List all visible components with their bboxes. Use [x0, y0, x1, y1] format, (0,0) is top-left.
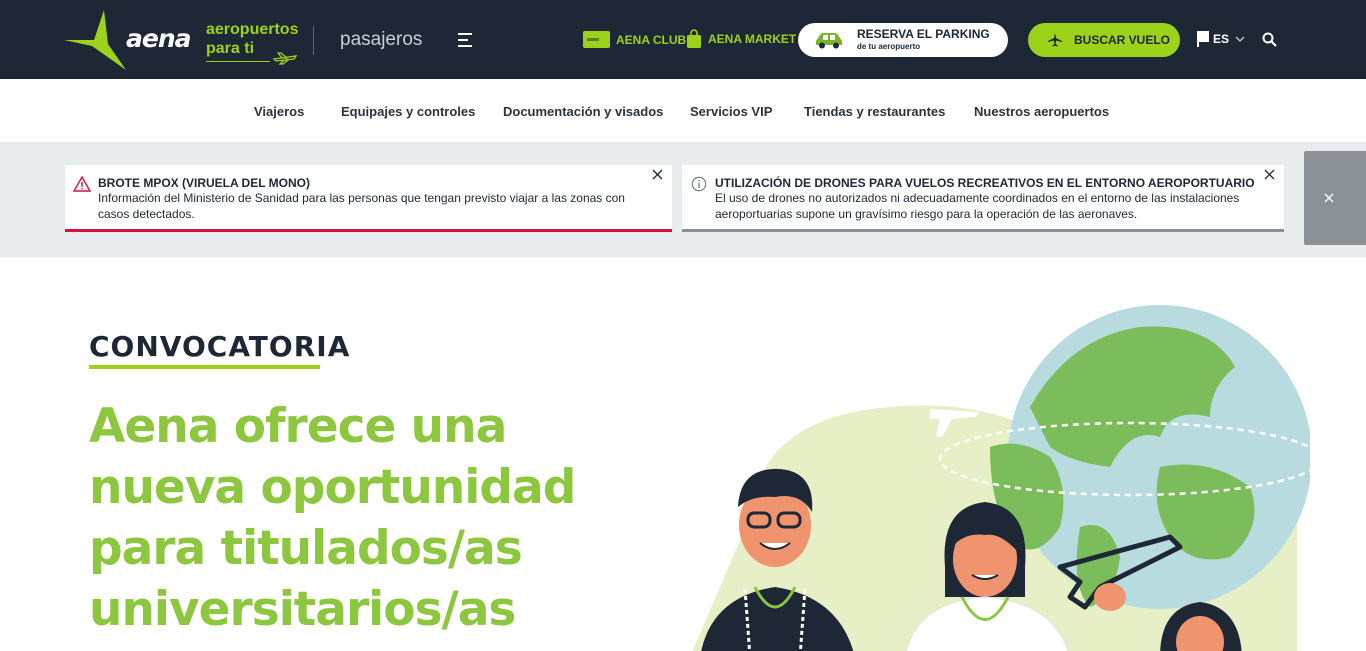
parking-title: RESERVA EL PARKING	[857, 27, 990, 41]
aena-logo-icon[interactable]	[64, 10, 128, 70]
club-card-icon	[583, 31, 610, 48]
chevron-down-icon	[1235, 36, 1245, 42]
close-icon[interactable]	[652, 169, 663, 180]
alert-body: El uso de drones no autorizados ni adecu…	[715, 191, 1240, 221]
brand-name[interactable]: aena	[126, 24, 191, 53]
tagline-line-1: aeropuertos	[206, 21, 299, 38]
nav-item-tiendas[interactable]: Tiendas y restaurantes	[804, 104, 945, 119]
shopping-bag-icon	[687, 29, 701, 48]
language-label: ES	[1213, 32, 1230, 46]
nav-item-documentacion[interactable]: Documentación y visados	[503, 104, 663, 119]
search-icon[interactable]	[1262, 32, 1277, 47]
nav-item-equipajes[interactable]: Equipajes y controles	[341, 104, 475, 119]
nav-item-aeropuertos[interactable]: Nuestros aeropuertos	[974, 104, 1109, 119]
aena-market-link[interactable]: AENA MARKET	[686, 29, 796, 48]
alert-title: BROTE MPOX (VIRUELA DEL MONO)	[98, 176, 311, 190]
language-selector[interactable]: ES	[1197, 31, 1245, 47]
alert-mpox[interactable]: BROTE MPOX (VIRUELA DEL MONO) Informació…	[65, 165, 672, 232]
warning-icon	[73, 176, 91, 192]
airplane-icon	[1048, 33, 1062, 47]
hero-kicker: CONVOCATORIA	[89, 330, 351, 363]
section-label[interactable]: pasajeros	[340, 29, 422, 51]
hero-headline: Aena ofrece una nueva oportunidad para t…	[89, 399, 576, 637]
parking-subtitle: de tu aeropuerto	[857, 42, 921, 51]
main-navigation: Viajeros Equipajes y controles Documenta…	[0, 79, 1366, 142]
kicker-underline	[89, 365, 320, 369]
alert-body: Información del Ministerio de Sanidad pa…	[98, 191, 625, 221]
search-flight-label: BUSCAR VUELO	[1074, 33, 1171, 47]
search-flight-button[interactable]: BUSCAR VUELO	[1028, 23, 1180, 57]
parking-button[interactable]: RESERVA EL PARKING de tu aeropuerto	[798, 23, 1008, 57]
close-icon	[1324, 193, 1334, 203]
hero-banner[interactable]: CONVOCATORIA Aena ofrece una nueva oport…	[0, 257, 1366, 651]
tagline-underline	[206, 61, 270, 62]
aena-club-link[interactable]: AENA CLUB	[583, 31, 686, 48]
flag-icon	[1197, 31, 1209, 47]
alert-drones[interactable]: UTILIZACIÓN DE DRONES PARA VUELOS RECREA…	[682, 165, 1284, 232]
aena-club-label: AENA CLUB	[616, 32, 687, 47]
alerts-bar: BROTE MPOX (VIRUELA DEL MONO) Informació…	[0, 142, 1366, 257]
close-icon[interactable]	[1264, 169, 1275, 180]
top-header: aena aeropuertos para ti pasajeros AENA …	[0, 0, 1366, 79]
header-divider	[313, 26, 314, 55]
dismiss-all-alerts-button[interactable]	[1304, 151, 1366, 245]
info-icon	[691, 176, 707, 192]
hamburger-menu-icon[interactable]	[458, 32, 474, 48]
plane-icon	[272, 52, 298, 65]
nav-item-viajeros[interactable]: Viajeros	[254, 104, 304, 119]
aena-market-label: AENA MARKET	[708, 31, 797, 46]
alert-title: UTILIZACIÓN DE DRONES PARA VUELOS RECREA…	[715, 176, 1255, 190]
hero-illustration	[692, 305, 1310, 651]
car-icon	[816, 33, 842, 49]
nav-item-servicios-vip[interactable]: Servicios VIP	[690, 104, 772, 119]
